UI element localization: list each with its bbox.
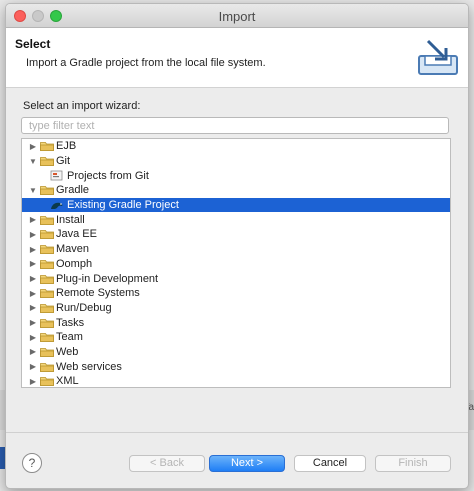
page-title: Select (15, 37, 51, 51)
tree-category-item[interactable]: ▶ Team (22, 330, 450, 345)
tree-category-item[interactable]: ▶ EJB (22, 139, 450, 154)
import-wizard-label: Select an import wizard: (23, 100, 141, 112)
folder-icon (40, 362, 54, 372)
footer-divider (6, 432, 468, 433)
tree-item-label: Oomph (56, 257, 93, 270)
tree-category-item[interactable]: ▶ Plug-in Development (22, 271, 450, 286)
folder-icon (40, 288, 54, 299)
folder-icon (40, 141, 54, 152)
folder-icon (40, 259, 54, 269)
folder-icon (40, 332, 54, 343)
collapsed-arrow-icon[interactable]: ▶ (28, 301, 38, 315)
tree-category-item[interactable]: ▶ XML (22, 374, 450, 388)
tree-category-item[interactable]: ▶ Web (22, 345, 450, 360)
tree-item-label: Tasks (56, 316, 85, 329)
tree-item-label: Remote Systems (56, 287, 140, 300)
folder-icon (40, 376, 54, 387)
folder-icon (40, 347, 54, 357)
collapsed-arrow-icon[interactable]: ▶ (28, 213, 38, 227)
tree-item-label: Maven (56, 243, 90, 256)
finish-button[interactable]: Finish (375, 455, 451, 472)
folder-icon (40, 303, 54, 313)
collapsed-arrow-icon[interactable]: ▶ (28, 374, 38, 387)
tree-child-item[interactable]: Projects from Git (22, 168, 450, 183)
collapsed-arrow-icon[interactable]: ▶ (28, 272, 38, 286)
tree-item-label: Run/Debug (56, 301, 112, 314)
collapsed-arrow-icon[interactable]: ▶ (28, 257, 38, 271)
tree-child-item[interactable]: Existing Gradle Project (22, 197, 450, 213)
tree-item-label: Plug-in Development (56, 272, 159, 285)
tree-category-item[interactable]: ▶ Run/Debug (22, 301, 450, 316)
expanded-arrow-icon[interactable]: ▼ (28, 154, 38, 168)
folder-icon (40, 229, 54, 240)
gradle-icon (50, 200, 64, 211)
tree-item-label: EJB (56, 140, 77, 153)
cancel-button[interactable]: Cancel (294, 455, 366, 472)
wizard-header: Select Import a Gradle project from the … (6, 28, 468, 88)
title-bar[interactable]: Import (6, 4, 468, 28)
tree-category-item[interactable]: ▶ Tasks (22, 315, 450, 330)
collapsed-arrow-icon[interactable]: ▶ (28, 360, 38, 374)
tree-category-item[interactable]: ▶ Web services (22, 359, 450, 374)
next-button[interactable]: Next > (209, 455, 285, 472)
folder-icon (40, 274, 54, 284)
folder-icon (40, 185, 54, 196)
tree-item-label: Web services (56, 360, 122, 373)
tree-category-item[interactable]: ▶ Maven (22, 242, 450, 257)
tree-item-label: Existing Gradle Project (67, 199, 179, 212)
tree-category-item[interactable]: ▼ Gradle (22, 183, 450, 198)
back-button[interactable]: < Back (129, 455, 205, 472)
collapsed-arrow-icon[interactable]: ▶ (28, 316, 38, 330)
tree-item-label: Team (56, 331, 83, 344)
filter-input[interactable] (21, 117, 449, 134)
wizard-tree[interactable]: ▶ EJB ▼ Git Projects from Git ▼ Gradle Existing… (21, 138, 451, 388)
collapsed-arrow-icon[interactable]: ▶ (28, 227, 38, 241)
window-title: Import (218, 9, 256, 24)
collapsed-arrow-icon[interactable]: ▶ (28, 345, 38, 359)
tree-item-label: Projects from Git (67, 169, 149, 182)
tree-item-label: Git (56, 155, 71, 168)
tree-item-label: XML (56, 375, 79, 388)
collapsed-arrow-icon[interactable]: ▶ (28, 286, 38, 300)
collapsed-arrow-icon[interactable]: ▶ (28, 139, 38, 153)
collapsed-arrow-icon[interactable]: ▶ (28, 330, 38, 344)
import-dialog: Import Select Import a Gradle project fr… (5, 3, 469, 489)
git-projects-icon (50, 170, 64, 181)
import-banner-icon (418, 39, 458, 75)
tree-item-label: Java EE (56, 228, 97, 241)
help-button[interactable]: ? (22, 453, 42, 473)
folder-icon (40, 318, 54, 328)
tree-item-label: Web (56, 345, 79, 358)
tree-category-item[interactable]: ▶ Oomph (22, 257, 450, 272)
tree-category-item[interactable]: ▶ Java EE (22, 227, 450, 242)
tree-item-label: Install (56, 213, 85, 226)
folder-icon (40, 156, 54, 166)
collapsed-arrow-icon[interactable]: ▶ (28, 242, 38, 256)
tree-category-item[interactable]: ▼ Git (22, 154, 450, 169)
folder-icon (40, 215, 54, 225)
page-description: Import a Gradle project from the local f… (26, 57, 266, 69)
folder-icon (40, 244, 54, 255)
tree-category-item[interactable]: ▶ Remote Systems (22, 286, 450, 301)
expanded-arrow-icon[interactable]: ▼ (28, 183, 38, 197)
tree-item-label: Gradle (56, 184, 90, 197)
tree-category-item[interactable]: ▶ Install (22, 212, 450, 227)
